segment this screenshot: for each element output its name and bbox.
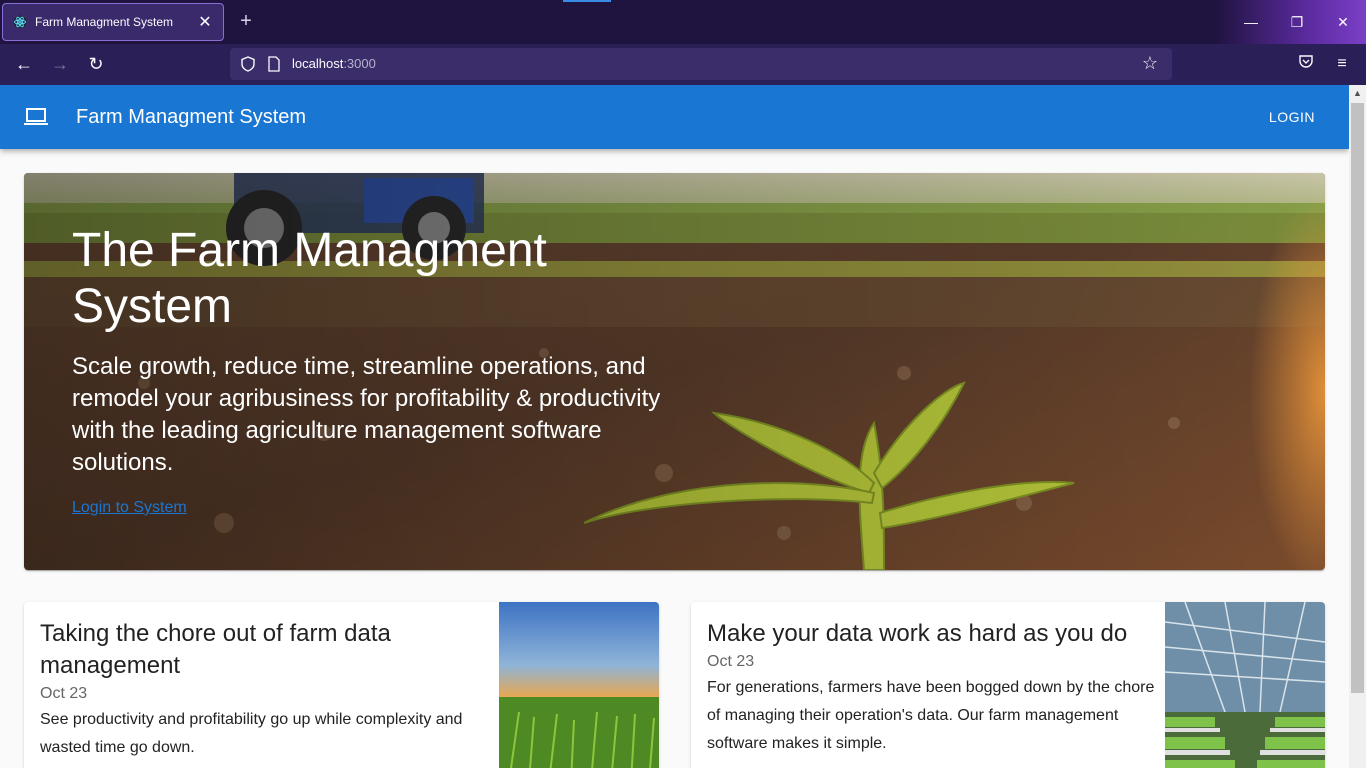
url-port: :3000 bbox=[343, 56, 376, 71]
page-icon bbox=[268, 56, 280, 72]
scrollbar-thumb[interactable] bbox=[1351, 103, 1364, 693]
featured-post-card[interactable]: Make your data work as hard as you do Oc… bbox=[691, 602, 1325, 768]
bookmark-star-icon[interactable]: ☆ bbox=[1142, 53, 1158, 74]
sunset-field-image bbox=[499, 602, 659, 768]
new-tab-icon[interactable]: + bbox=[235, 10, 257, 32]
browser-toolbar: ← → ↻ localhost:3000 ☆ ≡ bbox=[0, 44, 1366, 85]
minimize-icon[interactable]: — bbox=[1228, 10, 1274, 34]
address-bar[interactable]: localhost:3000 ☆ bbox=[230, 48, 1172, 80]
card-date: Oct 23 bbox=[707, 653, 755, 670]
card-date: Oct 23 bbox=[40, 685, 88, 702]
login-button[interactable]: LOGIN bbox=[1269, 109, 1315, 125]
hero-title: The Farm Managment System bbox=[72, 224, 547, 333]
menu-icon[interactable]: ≡ bbox=[1331, 53, 1353, 75]
restore-icon[interactable]: ❐ bbox=[1274, 10, 1320, 34]
close-tab-icon[interactable]: ✕ bbox=[197, 12, 213, 32]
pocket-icon[interactable] bbox=[1295, 53, 1317, 75]
browser-tab[interactable]: Farm Managment System ✕ bbox=[2, 3, 224, 41]
scroll-up-icon[interactable]: ▲ bbox=[1349, 85, 1366, 102]
shield-icon[interactable] bbox=[240, 56, 256, 72]
page-viewport: Farm Managment System LOGIN The Farm Man… bbox=[0, 85, 1349, 768]
card-title: Make your data work as hard as you do bbox=[707, 620, 1128, 647]
login-to-system-link[interactable]: Login to System bbox=[72, 499, 187, 517]
forward-icon[interactable]: → bbox=[48, 52, 72, 76]
tab-title: Farm Managment System bbox=[35, 15, 174, 29]
back-icon[interactable]: ← bbox=[12, 52, 36, 76]
hero-subtitle: Scale growth, reduce time, streamline op… bbox=[72, 353, 661, 476]
card-content: Taking the chore out of farm data manage… bbox=[40, 618, 490, 762]
card-content: Make your data work as hard as you do Oc… bbox=[707, 618, 1157, 758]
react-icon bbox=[13, 15, 27, 29]
reload-icon[interactable]: ↻ bbox=[84, 52, 108, 76]
card-description: For generations, farmers have been bogge… bbox=[707, 679, 1155, 752]
browser-tab-bar: Farm Managment System ✕ + — ❐ ✕ bbox=[0, 0, 1366, 44]
card-title: Taking the chore out of farm data manage… bbox=[40, 620, 391, 679]
featured-post-card[interactable]: Taking the chore out of farm data manage… bbox=[24, 602, 659, 768]
page-scrollbar[interactable]: ▲ bbox=[1349, 85, 1366, 768]
greenhouse-image bbox=[1165, 602, 1325, 768]
card-description: See productivity and profitability go up… bbox=[40, 711, 463, 756]
tab-indicator bbox=[563, 0, 611, 2]
hero-banner: The Farm Managment System Scale growth, … bbox=[24, 173, 1325, 570]
window-close-icon[interactable]: ✕ bbox=[1320, 10, 1366, 34]
app-title: Farm Managment System bbox=[76, 106, 307, 128]
url-host: localhost bbox=[292, 56, 344, 71]
app-bar: Farm Managment System LOGIN bbox=[0, 85, 1349, 149]
url-text[interactable]: localhost:3000 bbox=[292, 56, 376, 71]
laptop-icon[interactable] bbox=[24, 107, 48, 127]
